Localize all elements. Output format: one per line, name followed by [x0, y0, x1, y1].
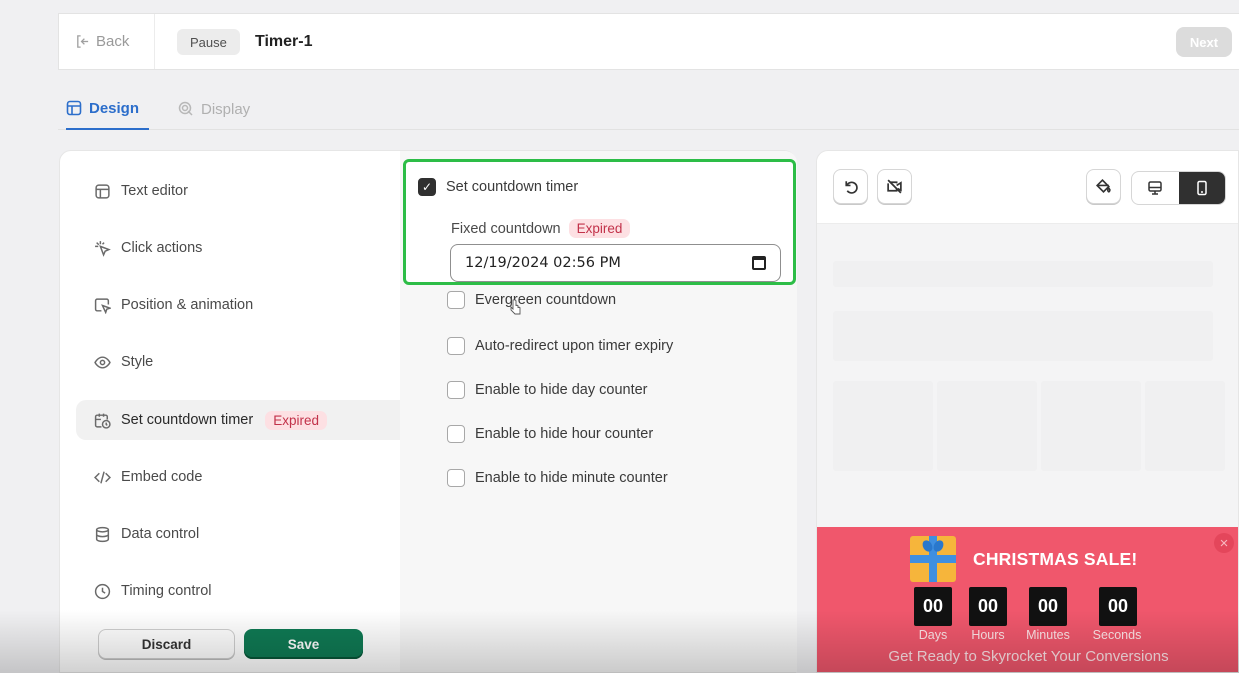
set-countdown-label: Set countdown timer — [446, 179, 579, 195]
undo-button[interactable] — [833, 169, 868, 204]
mute-button[interactable] — [877, 169, 912, 204]
tab-display[interactable]: Display — [178, 88, 250, 130]
page-title: Timer-1 — [255, 32, 313, 50]
display-icon — [178, 101, 193, 116]
expired-badge: Expired — [265, 410, 327, 430]
option-label: Enable to hide day counter — [475, 382, 648, 398]
sidebar-item-label: Position & animation — [121, 297, 254, 313]
promo-title: CHRISTMAS SALE! — [973, 549, 1138, 569]
eye-icon — [94, 355, 111, 369]
option-label: Enable to hide hour counter — [475, 426, 654, 442]
paint-bucket-icon — [1095, 178, 1111, 193]
sidebar-item-data-control[interactable]: Data control — [76, 514, 400, 554]
auto-redirect-checkbox-row[interactable]: Auto-redirect upon timer expiry — [447, 337, 673, 355]
faded-page-background — [817, 241, 1238, 531]
sidebar-item-label: Click actions — [121, 240, 203, 256]
sidebar-item-label: Timing control — [121, 583, 212, 599]
sidebar-item-label: Text editor — [121, 183, 188, 199]
sidebar-item-embed-code[interactable]: Embed code — [76, 457, 400, 497]
device-toggle — [1131, 171, 1226, 205]
sidebar-item-label: Style — [121, 354, 154, 370]
sidebar-item-label: Set countdown timer — [121, 412, 254, 428]
design-icon — [66, 100, 82, 116]
cursor-box-icon — [94, 297, 111, 314]
counter-label-seconds: Seconds — [1092, 628, 1142, 642]
hide-minute-checkbox-row[interactable]: Enable to hide minute counter — [447, 469, 668, 487]
auto-redirect-checkbox[interactable] — [447, 337, 465, 355]
set-countdown-checkbox-row[interactable]: ✓ Set countdown timer — [418, 178, 578, 196]
hide-minute-checkbox[interactable] — [447, 469, 465, 487]
promo-subtitle: Get Ready to Skyrocket Your Conversions — [888, 648, 1169, 665]
option-label: Enable to hide minute counter — [475, 470, 668, 486]
option-label: Auto-redirect upon timer expiry — [475, 338, 674, 354]
tab-design[interactable]: Design — [66, 88, 150, 130]
hide-hour-checkbox[interactable] — [447, 425, 465, 443]
mobile-view-button[interactable] — [1178, 172, 1225, 204]
close-icon[interactable]: × — [1214, 533, 1234, 553]
counter-hours: 00 — [969, 587, 1007, 626]
sidebar-item-label: Data control — [121, 526, 200, 542]
evergreen-checkbox[interactable] — [447, 291, 465, 309]
undo-icon — [845, 181, 858, 194]
hide-day-checkbox-row[interactable]: Enable to hide day counter — [447, 381, 648, 399]
next-button[interactable]: Next — [1176, 27, 1232, 57]
evergreen-checkbox-row[interactable]: Evergreen countdown — [447, 291, 616, 309]
video-off-icon — [887, 179, 902, 194]
sidebar-item-timing-control[interactable]: Timing control — [76, 571, 400, 611]
counter-seconds: 00 — [1099, 587, 1137, 626]
paint-button[interactable] — [1086, 169, 1121, 204]
hide-hour-checkbox-row[interactable]: Enable to hide hour counter — [447, 425, 653, 443]
clock-icon — [94, 583, 111, 599]
click-icon — [95, 240, 111, 257]
set-countdown-checkbox[interactable]: ✓ — [418, 178, 436, 196]
back-button[interactable]: Back — [75, 14, 129, 69]
settings-sidebar: Text editor Click actions Position & ani… — [60, 151, 400, 672]
top-bar: Back Pause Timer-1 Next — [58, 13, 1239, 70]
option-label: Evergreen countdown — [475, 292, 617, 308]
desktop-view-button[interactable] — [1132, 172, 1179, 204]
countdown-settings-panel: ✓ Set countdown timer Fixed countdown Ex… — [400, 151, 797, 672]
counter-minutes: 00 — [1029, 587, 1067, 626]
preview-toolbar — [817, 151, 1238, 224]
expired-badge: Expired — [568, 219, 631, 238]
tab-label: Display — [201, 100, 251, 118]
exit-icon — [77, 35, 89, 48]
datetime-value: 12/19/2024 02:56 PM — [465, 255, 621, 271]
sidebar-item-position-animation[interactable]: Position & animation — [76, 285, 400, 325]
datetime-input[interactable]: 12/19/2024 02:56 PM — [450, 244, 781, 282]
discard-button[interactable]: Discard — [98, 629, 235, 659]
mouse-pointer-icon — [510, 299, 521, 315]
layout-icon — [95, 183, 110, 199]
sidebar-item-style[interactable]: Style — [76, 342, 400, 382]
code-icon — [94, 470, 111, 484]
fixed-countdown-label: Fixed countdown — [451, 220, 561, 237]
sidebar-item-label: Embed code — [121, 469, 203, 485]
mobile-icon — [1197, 180, 1207, 196]
highlight-box: ✓ Set countdown timer Fixed countdown Ex… — [403, 159, 796, 285]
editor-card: Text editor Click actions Position & ani… — [59, 150, 797, 673]
sidebar-item-click-actions[interactable]: Click actions — [76, 228, 400, 268]
counter-days: 00 — [914, 587, 952, 626]
tab-label: Design — [89, 99, 140, 117]
calendar-icon[interactable] — [752, 256, 766, 270]
database-icon — [95, 526, 110, 542]
status-badge: Pause — [177, 29, 240, 55]
desktop-icon — [1148, 181, 1162, 195]
fixed-countdown-label-row: Fixed countdown Expired — [451, 219, 631, 238]
gift-bow-icon — [923, 540, 943, 554]
calendar-clock-icon — [94, 413, 111, 429]
preview-panel: × CHRISTMAS SALE! 00 00 00 00 Days Hours… — [816, 150, 1239, 673]
promo-banner: × CHRISTMAS SALE! 00 00 00 00 Days Hours… — [817, 527, 1238, 672]
back-label: Back — [96, 33, 130, 50]
divider — [154, 14, 155, 69]
counter-label-minutes: Minutes — [1026, 628, 1070, 642]
save-button[interactable]: Save — [244, 629, 363, 659]
tab-bar: Design Display — [58, 88, 1239, 130]
counter-label-days: Days — [918, 628, 948, 642]
hide-day-checkbox[interactable] — [447, 381, 465, 399]
sidebar-item-text-editor[interactable]: Text editor — [76, 171, 400, 211]
sidebar-item-set-countdown-timer[interactable]: Set countdown timer Expired — [76, 400, 400, 440]
counter-label-hours: Hours — [971, 628, 1005, 642]
